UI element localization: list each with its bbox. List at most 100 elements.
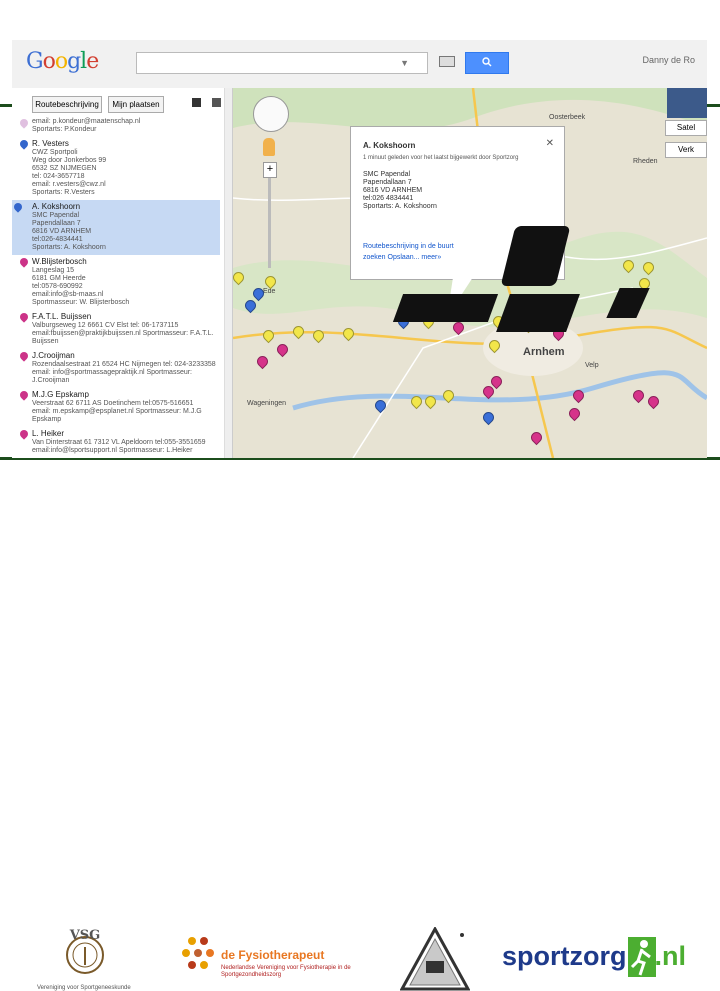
place-label: Rheden [633, 158, 658, 165]
browser-frame: Google ▼ Danny de Ro Routebeschrijving M… [12, 40, 707, 458]
more-link[interactable]: meer» [421, 254, 441, 261]
list-item-name[interactable]: J.Crooijman [32, 351, 220, 361]
list-item-line: Weg door Jonkerbos 99 [32, 157, 107, 164]
sportzorg-suffix: .nl [654, 941, 687, 971]
user-name[interactable]: Danny de Ro [642, 55, 695, 65]
list-item-line: tel: 024-3657718 [32, 173, 85, 180]
results-panel: Routebeschrijving Mijn plaatsen email: p… [12, 88, 233, 458]
info-line: Papendallaan 7 [363, 179, 412, 186]
list-item[interactable]: W.Blijsterbosch Langeslag 15 6181 GM Heerd… [18, 255, 220, 310]
list-item-name[interactable]: W.Blijsterbosch [32, 257, 220, 267]
redaction-shape [392, 294, 499, 322]
list-item[interactable]: M.J.G Epskamp Veerstraat 62 6711 AS Doeti… [18, 388, 220, 427]
marker-pin-icon [18, 350, 30, 362]
info-line: Sportarts: A. Kokshoorn [363, 203, 437, 210]
list-item-line: 6532 SZ NIJMEGEN [32, 165, 97, 172]
list-item-line: Rozendaalsestraat 21 6524 HC Nijmegen te… [32, 361, 216, 368]
zoom-slider[interactable] [268, 178, 271, 268]
place-label: Wageningen [247, 400, 287, 407]
info-line: tel:026 4834441 [363, 195, 414, 202]
list-item-line: CWZ Sportpoli [32, 149, 78, 156]
list-item-line: SMC Papendal [32, 212, 80, 219]
marker-pin-icon [18, 389, 30, 401]
close-icon[interactable]: ✕ [546, 139, 554, 149]
keyboard-icon[interactable] [439, 56, 455, 67]
list-item[interactable]: A. Kokshoorn SMC Papendal Papendallaan 7 68… [12, 200, 220, 255]
satellite-button[interactable]: Satel [665, 120, 707, 136]
footer-logos: VSG Vereniging voor Sportgeneeskunde de … [0, 461, 720, 991]
vsg-seal-icon: VSG [66, 928, 104, 974]
list-item-name[interactable]: A. Kokshoorn [32, 202, 220, 212]
list-item-line: Veerstraat 62 6711 AS Doetinchem tel:057… [32, 400, 194, 407]
list-item-line: email:info@lsportsupport.nl Sportmasseur… [32, 447, 193, 454]
my-places-button[interactable]: Mijn plaatsen [108, 96, 164, 113]
list-item-line: 6181 GM Heerde [32, 275, 86, 282]
list-item-name[interactable]: M.J.G Epskamp [32, 390, 220, 400]
search-icon [482, 57, 492, 67]
sportzorg-logo: sportzorg .nl [502, 941, 686, 972]
pegman-icon[interactable] [263, 138, 275, 156]
list-item-line: Sportarts: R.Vesters [32, 189, 95, 196]
route-link[interactable]: Routebeschrijving [363, 243, 419, 250]
google-logo[interactable]: Google [26, 49, 99, 74]
marker-pin-icon [18, 138, 30, 150]
triangle-logo-icon [400, 927, 470, 991]
info-address: SMC Papendal Papendallaan 7 6816 VD ARNH… [363, 171, 553, 211]
sportzorg-text: sportzorg [502, 941, 627, 971]
list-item-line: email:info@sb-maas.nl [32, 291, 104, 298]
marker-pin-icon [12, 201, 24, 213]
list-item-line: Langeslag 15 [32, 267, 75, 274]
map-thumbnail[interactable] [667, 88, 707, 118]
place-label: Arnhem [523, 346, 565, 358]
list-item-line: Sportarts: P.Kondeur [32, 126, 97, 133]
list-item-line: Van Dinterstraat 61 7312 VL Apeldoorn te… [32, 439, 206, 446]
list-item-line: Papendallaan 7 [32, 220, 81, 227]
info-line: SMC Papendal [363, 171, 411, 178]
list-item[interactable]: R. Vesters CWZ Sportpoli Weg door Jonkerbo… [18, 137, 220, 200]
chevron-down-icon[interactable]: ▼ [400, 58, 409, 68]
place-label: Ede [263, 288, 276, 295]
marker-pin-icon [18, 117, 30, 129]
fysio-dots-icon [182, 937, 214, 969]
vsg-logo: VSG [60, 925, 110, 975]
svg-text:VSG: VSG [69, 928, 101, 943]
search-link[interactable]: zoeken [363, 254, 386, 261]
list-item-line: email:fbuijssen@praktijkbuijssen.nl Spor… [32, 330, 214, 345]
redaction-shape [496, 294, 580, 332]
list-item-name[interactable]: L. Heiker [32, 429, 220, 439]
results-list: email: p.kondeur@maatenschap.nl Sportarts… [12, 116, 220, 458]
list-item-line: Valburgseweg 12 6661 CV Elst tel: 06-173… [32, 322, 179, 329]
panel-scrollbar[interactable] [224, 88, 232, 458]
traffic-button[interactable]: Verk [665, 142, 707, 158]
list-item-line: Sportarts: A. Kokshoorn [32, 244, 106, 251]
list-item[interactable]: L. Heiker Van Dinterstraat 61 7312 VL Ape… [18, 427, 220, 458]
search-input[interactable]: ▼ [136, 52, 428, 74]
nearby-link[interactable]: in de buurt [421, 243, 454, 250]
pan-control[interactable] [253, 96, 289, 132]
fysio-subtitle: Nederlandse Vereniging voor Fysiotherapi… [221, 965, 351, 978]
list-item-line: Sportmasseur: W. Blijsterbosch [32, 299, 130, 306]
list-item[interactable]: F.A.T.L. Buijssen Valburgseweg 12 6661 CV… [18, 310, 220, 349]
list-item-name[interactable]: R. Vesters [32, 139, 220, 149]
list-item-line: email: r.vesters@cwz.nl [32, 181, 106, 188]
list-item[interactable]: email: p.kondeur@maatenschap.nl Sportarts… [18, 116, 220, 137]
search-button[interactable] [465, 52, 509, 74]
fysio-title: de Fysiotherapeut [221, 948, 325, 962]
route-button[interactable]: Routebeschrijving [32, 96, 102, 113]
list-item-line: tel:026-4834441 [32, 236, 83, 243]
link-icon[interactable] [212, 98, 221, 107]
zoom-in-button[interactable]: + [263, 162, 277, 178]
map-canvas[interactable]: + Wageningen Arnhem Ede Velp Oosterbeek … [233, 88, 707, 458]
list-item-line: email: p.kondeur@maatenschap.nl [32, 118, 141, 125]
list-item-name[interactable]: F.A.T.L. Buijssen [32, 312, 220, 322]
list-item-line: email: m.epskamp@epsplanet.nl Sportmasse… [32, 408, 202, 423]
top-rule-right [706, 104, 720, 107]
list-item-line: 6816 VD ARNHEM [32, 228, 92, 235]
marker-pin-icon [18, 311, 30, 323]
place-label: Velp [585, 362, 599, 369]
print-icon[interactable] [192, 98, 201, 107]
marker-pin-icon [18, 256, 30, 268]
marker-pin-icon [18, 428, 30, 440]
list-item[interactable]: J.Crooijman Rozendaalsestraat 21 6524 HC … [18, 349, 220, 388]
save-link[interactable]: Opslaan... [388, 254, 420, 261]
